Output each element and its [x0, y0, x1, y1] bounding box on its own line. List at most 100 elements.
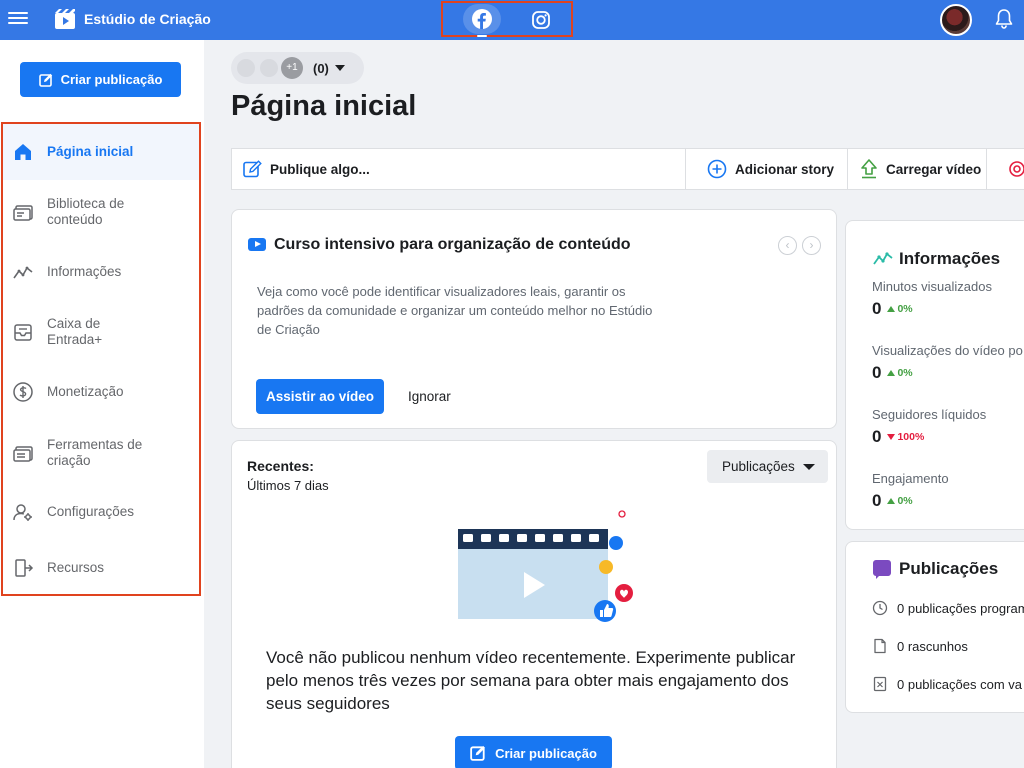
trend-down-icon	[887, 434, 896, 440]
draft-icon	[874, 638, 886, 654]
sidebar: Criar publicação Página inicial Bibliote…	[0, 40, 204, 768]
expired-post-icon	[873, 676, 887, 692]
metric-value-row: 0 0%	[872, 299, 1024, 319]
app-title: Estúdio de Criação	[84, 11, 211, 27]
metric-label: Seguidores líquidos	[872, 407, 987, 422]
carousel-prev-button[interactable]: ‹	[778, 236, 797, 255]
divider	[685, 149, 686, 189]
settings-icon	[13, 504, 32, 521]
content-type-dropdown[interactable]: Publicações	[707, 450, 828, 483]
sidebar-item-monetization[interactable]: Monetização	[3, 362, 199, 422]
metric-value-row: 0 0%	[872, 491, 1024, 511]
bell-icon[interactable]	[993, 8, 1015, 30]
insights-title: Informações	[899, 249, 1001, 268]
sidebar-item-label: Informações	[47, 264, 122, 279]
metric-video-views[interactable]: Visualizações do vídeo po 0 0%	[872, 343, 1024, 383]
carousel-next-button[interactable]: ›	[802, 236, 821, 255]
metric-value: 0	[872, 427, 882, 446]
sidebar-item-content-library[interactable]: Biblioteca de conteúdo	[3, 182, 199, 242]
chevron-down-icon	[335, 65, 345, 71]
page-flag-icon	[258, 57, 280, 79]
facebook-icon	[472, 9, 492, 29]
create-post-button[interactable]: Criar publicação	[20, 62, 181, 97]
insights-icon	[873, 252, 893, 265]
metric-value: 0	[872, 299, 882, 318]
metric-engagement[interactable]: Engajamento 0 0%	[872, 471, 1024, 511]
metric-delta: 0%	[887, 303, 913, 315]
metric-delta: 0%	[887, 367, 913, 379]
course-title: Curso intensivo para organização de cont…	[274, 236, 631, 253]
recent-card: Recentes: Últimos 7 dias Publicações Voc…	[231, 440, 837, 768]
creative-tools-icon	[13, 446, 33, 462]
metric-label: Minutos visualizados	[872, 279, 992, 294]
page-selector[interactable]: +1 (0)	[231, 52, 364, 84]
watch-video-button[interactable]: Assistir ao vídeo	[256, 379, 384, 414]
upload-video-label: Carregar vídeo	[886, 161, 982, 177]
sidebar-item-label: Página inicial	[47, 144, 134, 159]
clock-icon	[872, 600, 888, 616]
sidebar-item-creative-tools[interactable]: Ferramentas de criação	[3, 422, 199, 484]
content-library-icon	[13, 205, 33, 221]
resources-icon	[15, 559, 34, 577]
active-tab-indicator	[477, 35, 487, 37]
posts-icon	[873, 560, 891, 579]
live-icon[interactable]	[1007, 159, 1024, 179]
metric-value: 0	[872, 363, 882, 382]
expired-posts-row[interactable]: 0 publicações com va	[872, 676, 1022, 692]
course-card: Curso intensivo para organização de cont…	[231, 209, 837, 429]
drafts-row[interactable]: 0 rascunhos	[872, 638, 968, 654]
divider	[847, 149, 848, 189]
publish-something-label: Publique algo...	[270, 161, 370, 177]
dropdown-value: Publicações	[722, 459, 795, 474]
recent-period: Últimos 7 dias	[247, 478, 329, 493]
notification-count: (0)	[313, 61, 329, 76]
metric-delta: 0%	[887, 495, 913, 507]
sidebar-item-label: Monetização	[47, 384, 124, 399]
compose-icon	[243, 159, 262, 177]
dollar-icon	[13, 382, 33, 402]
upload-icon	[861, 159, 877, 179]
avatar[interactable]	[940, 4, 972, 36]
sidebar-nav: Página inicial Biblioteca de conteúdo In…	[1, 122, 201, 596]
add-story-label: Adicionar story	[735, 161, 835, 177]
metric-net-followers[interactable]: Seguidores líquidos 0 100%	[872, 407, 1024, 447]
ignore-button[interactable]: Ignorar	[408, 389, 451, 404]
upload-video-button[interactable]: Carregar vídeo	[860, 149, 981, 189]
sidebar-item-settings[interactable]: Configurações	[3, 484, 199, 540]
menu-icon[interactable]	[8, 9, 28, 29]
compose-icon	[470, 745, 486, 761]
inbox-icon	[14, 324, 32, 341]
insights-card: Informações Minutos visualizados 0 0% Vi…	[845, 220, 1024, 530]
scheduled-posts-row[interactable]: 0 publicações program	[872, 600, 1024, 616]
compose-icon	[38, 73, 52, 87]
metric-delta-value: 100%	[897, 431, 925, 443]
create-post-button[interactable]: Criar publicação	[455, 736, 612, 768]
sidebar-item-inbox[interactable]: Caixa de Entrada+	[3, 302, 199, 362]
empty-state-message: Você não publicou nenhum vídeo recenteme…	[266, 648, 796, 713]
post-row-label: 0 publicações program	[897, 600, 1024, 616]
video-icon	[248, 238, 266, 251]
sidebar-item-resources[interactable]: Recursos	[3, 540, 199, 596]
recent-title: Recentes:	[247, 458, 314, 474]
publish-something-button[interactable]: Publique algo...	[243, 149, 370, 189]
instagram-icon[interactable]	[531, 10, 551, 30]
trend-up-icon	[887, 498, 896, 504]
metric-delta-value: 0%	[897, 303, 913, 315]
trend-up-icon	[887, 306, 896, 312]
sidebar-item-insights[interactable]: Informações	[3, 242, 199, 302]
trend-up-icon	[887, 370, 896, 376]
sidebar-item-home[interactable]: Página inicial	[3, 124, 199, 180]
facebook-tab[interactable]	[463, 4, 501, 37]
posts-card: Publicações 0 publicações program 0 rasc…	[845, 541, 1024, 713]
metric-minutes-viewed[interactable]: Minutos visualizados 0 0%	[872, 279, 1024, 319]
metric-delta-value: 0%	[897, 495, 913, 507]
post-row-label: 0 publicações com va	[897, 676, 1023, 692]
divider	[986, 149, 987, 189]
chevron-down-icon	[803, 464, 815, 470]
posts-title: Publicações	[899, 559, 999, 578]
add-story-button[interactable]: Adicionar story	[707, 149, 834, 189]
insights-icon	[13, 266, 33, 279]
platform-switcher	[441, 1, 573, 37]
top-bar: Estúdio de Criação	[0, 0, 1024, 40]
home-icon	[15, 144, 31, 160]
